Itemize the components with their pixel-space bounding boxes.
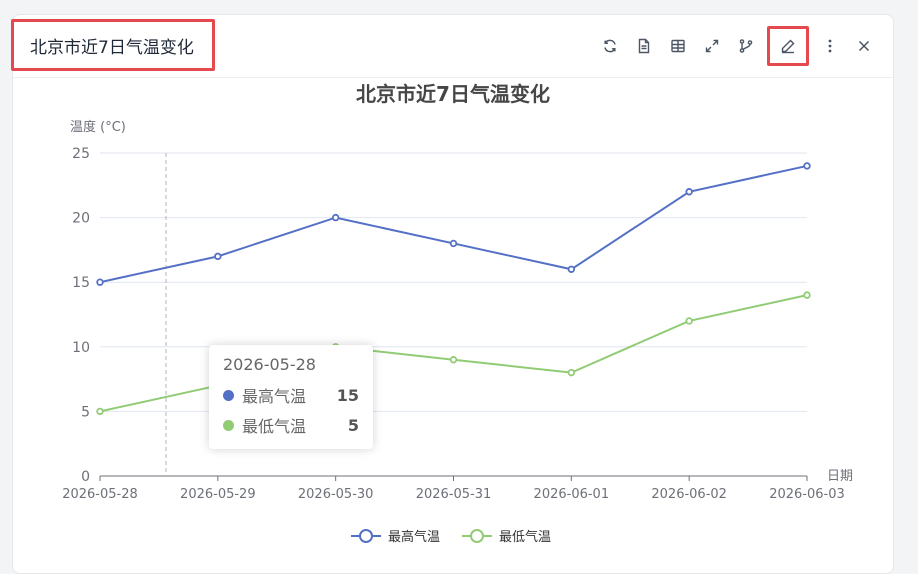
y-tick-label: 20: [72, 211, 90, 227]
x-tick-label: 2026-06-02: [651, 487, 727, 502]
x-tick-label: 2026-05-31: [416, 487, 492, 502]
tooltip-row-value: 5: [347, 415, 359, 435]
y-tick-label: 15: [72, 275, 90, 291]
y-tick-label: 25: [72, 146, 90, 162]
data-point: [685, 188, 693, 196]
legend-label-min: 最低气温: [499, 529, 551, 545]
data-point: [214, 252, 222, 261]
data-point: [96, 278, 104, 286]
x-tick-label: 2026-06-01: [534, 487, 610, 502]
tooltip-row-min: 最低气温 5: [223, 410, 359, 440]
tooltip-row-name: 最高气温: [242, 387, 307, 406]
tooltip-row-max: 最高气温 15: [223, 380, 359, 410]
line-chart: 北京市近7日气温变化温度 (°C)日期05101520252026-05-28 2…: [62, 82, 853, 545]
data-point: [567, 265, 576, 273]
data-point: [803, 162, 811, 170]
data-point: [96, 407, 104, 416]
series-min-dot: [223, 419, 234, 431]
data-point: [567, 368, 576, 377]
data-point: [449, 239, 458, 248]
series-max-dot: [223, 389, 234, 401]
y-tick-label: 10: [72, 340, 90, 356]
series-line-max: [99, 164, 808, 284]
tooltip-title: 2026-05-28: [223, 355, 316, 374]
tooltip-row-value: 15: [336, 385, 359, 405]
y-tick-label: 5: [81, 404, 90, 420]
chart-title: 北京市近7日气温变化: [356, 82, 550, 106]
x-tick-label: 2026-05-28: [62, 487, 138, 502]
legend-label-max: 最高气温: [388, 529, 440, 545]
chart-tooltip: 2026-05-28 最高气温 15 最低气温 5: [209, 345, 373, 449]
x-tick-label: 2026-06-03: [769, 487, 845, 502]
x-tick-label: 2026-05-30: [298, 487, 374, 502]
legend-marker: [359, 529, 373, 543]
legend-marker: [470, 529, 484, 543]
x-axis-label: 日期: [827, 469, 853, 484]
data-point: [449, 356, 458, 364]
x-tick-label: 2026-05-29: [180, 487, 256, 502]
tooltip-row-name: 最低气温: [242, 417, 307, 436]
data-point: [685, 317, 693, 325]
data-point: [803, 291, 811, 299]
series-line-min: [99, 294, 808, 413]
y-tick-label: 0: [81, 469, 90, 485]
data-point: [331, 213, 340, 222]
y-axis-label: 温度 (°C): [70, 119, 126, 135]
